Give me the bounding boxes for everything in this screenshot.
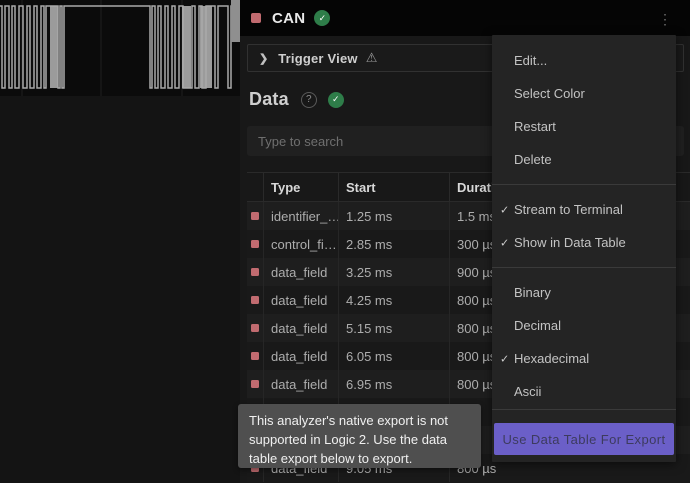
frame-color-cell: [247, 286, 263, 314]
cell-start: 3.25 ms: [338, 258, 449, 286]
check-icon: ✓: [500, 236, 509, 249]
frame-color-cell: [247, 370, 263, 398]
frame-color-cell: [247, 342, 263, 370]
cell-type: identifier_…: [263, 202, 338, 230]
trigger-view-label: Trigger View: [278, 51, 357, 66]
frame-color-cell: [247, 230, 263, 258]
menu-item-label: Hexadecimal: [514, 351, 589, 366]
warning-icon: ⚠: [366, 50, 378, 66]
cell-type: data_field: [263, 314, 338, 342]
cell-type: control_fi…: [263, 230, 338, 258]
cell-start: 1.25 ms: [338, 202, 449, 230]
frame-color-swatch-icon: [251, 240, 259, 248]
app-window: CAN ✓ ⋮ ❯ Trigger View ⚠ Data ? ✓ Type S…: [0, 0, 690, 483]
frame-color-cell: [247, 314, 263, 342]
data-section-heading: Data ? ✓: [249, 89, 344, 110]
menu-item-ascii[interactable]: Ascii: [492, 375, 676, 408]
menu-item-label: Restart: [514, 119, 556, 134]
cell-type: data_field: [263, 258, 338, 286]
menu-divider: [492, 409, 676, 410]
menu-item-label: Select Color: [514, 86, 585, 101]
column-header-swatch: [247, 173, 263, 201]
menu-item-edit[interactable]: Edit...: [492, 44, 676, 77]
help-icon[interactable]: ?: [301, 92, 317, 108]
frame-color-swatch-icon: [251, 352, 259, 360]
column-header-start: Start: [338, 173, 449, 201]
cell-start: 6.95 ms: [338, 370, 449, 398]
check-circle-icon: ✓: [314, 10, 330, 26]
menu-item-select-color[interactable]: Select Color: [492, 77, 676, 110]
check-icon: ✓: [500, 203, 509, 216]
scrollbar-thumb[interactable]: [231, 0, 240, 42]
frame-color-swatch-icon: [251, 296, 259, 304]
check-circle-icon: ✓: [328, 92, 344, 108]
menu-divider: [492, 267, 676, 268]
menu-item-label: Delete: [514, 152, 552, 167]
dense-bits-block: [50, 6, 58, 88]
menu-items-host: Edit... Select Color Restart Delete ✓ Stream …: [492, 44, 676, 410]
menu-item-label: Ascii: [514, 384, 541, 399]
menu-item-decimal[interactable]: Decimal: [492, 309, 676, 342]
frame-color-swatch-icon: [251, 268, 259, 276]
export-tooltip: This analyzer's native export is not sup…: [238, 404, 481, 468]
menu-item-label: Binary: [514, 285, 551, 300]
can-signal-trace: [0, 0, 240, 96]
analyzer-header: CAN ✓ ⋮: [240, 0, 690, 36]
check-icon: ✓: [500, 352, 509, 365]
menu-item-stream-to-terminal[interactable]: ✓ Stream to Terminal: [492, 193, 676, 226]
analyzer-color-swatch[interactable]: [251, 13, 261, 23]
column-header-type: Type: [263, 173, 338, 201]
menu-item-show-in-data-table[interactable]: ✓ Show in Data Table: [492, 226, 676, 259]
cell-start: 6.05 ms: [338, 342, 449, 370]
menu-item-binary[interactable]: Binary: [492, 276, 676, 309]
cell-type: data_field: [263, 342, 338, 370]
cell-start: 5.15 ms: [338, 314, 449, 342]
menu-item-label: Stream to Terminal: [514, 202, 623, 217]
use-data-table-for-export-button[interactable]: Use Data Table For Export: [494, 423, 674, 455]
cell-start: 4.25 ms: [338, 286, 449, 314]
signal-path: [0, 6, 233, 88]
chevron-right-icon: ❯: [259, 52, 268, 65]
menu-item-restart[interactable]: Restart: [492, 110, 676, 143]
menu-item-label: Show in Data Table: [514, 235, 626, 250]
menu-item-label: Decimal: [514, 318, 561, 333]
cell-type: data_field: [263, 286, 338, 314]
menu-item-label: Edit...: [514, 53, 547, 68]
frame-color-cell: [247, 202, 263, 230]
analyzer-context-menu: Edit... Select Color Restart Delete ✓ Stream …: [492, 35, 676, 462]
analyzer-name: CAN: [272, 10, 305, 27]
menu-item-hexadecimal[interactable]: ✓ Hexadecimal: [492, 342, 676, 375]
data-title: Data: [249, 89, 289, 110]
waveform-channel[interactable]: [0, 0, 240, 96]
menu-item-delete[interactable]: Delete: [492, 143, 676, 176]
cell-start: 2.85 ms: [338, 230, 449, 258]
cell-type: data_field: [263, 370, 338, 398]
frame-color-swatch-icon: [251, 212, 259, 220]
menu-divider: [492, 184, 676, 185]
frame-color-swatch-icon: [251, 380, 259, 388]
frame-color-cell: [247, 258, 263, 286]
kebab-menu-button[interactable]: ⋮: [657, 9, 673, 29]
frame-color-swatch-icon: [251, 324, 259, 332]
